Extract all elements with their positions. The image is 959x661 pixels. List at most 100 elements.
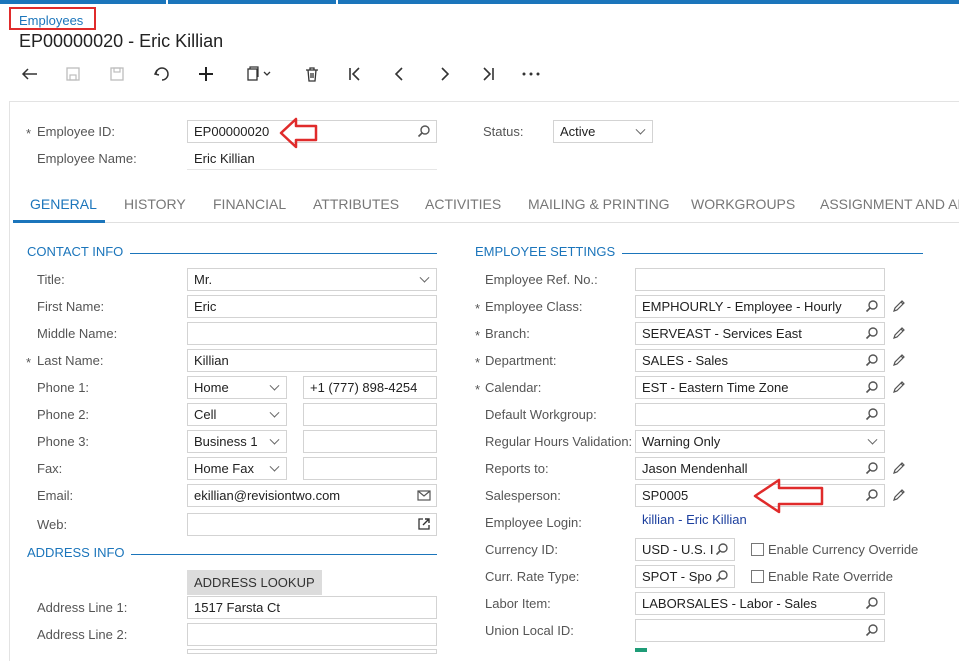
- employee-class-field[interactable]: EMPHOURLY - Employee - Hourly: [635, 295, 885, 318]
- add-button[interactable]: [193, 62, 219, 86]
- search-icon[interactable]: [865, 380, 879, 394]
- next-record-button[interactable]: [431, 62, 457, 86]
- search-icon[interactable]: [865, 596, 879, 610]
- required-marker: *: [475, 355, 481, 370]
- fax-type-select[interactable]: Home Fax: [187, 457, 287, 480]
- external-link-icon[interactable]: [417, 517, 431, 531]
- edit-pencil-icon[interactable]: [892, 326, 906, 340]
- delete-button[interactable]: [299, 62, 325, 86]
- employee-name-value: Eric Killian: [194, 151, 255, 166]
- tab-mailing-printing[interactable]: MAILING & PRINTING: [528, 196, 670, 212]
- back-arrow-icon: [21, 68, 37, 80]
- currency-id-field[interactable]: USD - U.S. I: [635, 538, 735, 561]
- phone1-field[interactable]: +1 (777) 898-4254: [303, 376, 437, 399]
- regular-hours-validation-select[interactable]: Warning Only: [635, 430, 885, 453]
- employee-ref-field[interactable]: [635, 268, 885, 291]
- last-name-field[interactable]: Killian: [187, 349, 437, 372]
- edit-pencil-icon[interactable]: [892, 488, 906, 502]
- annotation-arrow-employee-id: [279, 117, 318, 149]
- search-icon[interactable]: [865, 353, 879, 367]
- tab-history[interactable]: HISTORY: [124, 196, 186, 212]
- address-info-heading: ADDRESS INFO: [27, 545, 125, 560]
- search-icon[interactable]: [865, 488, 879, 502]
- edit-pencil-icon[interactable]: [892, 461, 906, 475]
- tab-attributes[interactable]: ATTRIBUTES: [313, 196, 399, 212]
- undo-button[interactable]: [149, 62, 175, 86]
- address-line1-value: 1517 Farsta Ct: [194, 600, 280, 615]
- phone3-type-select[interactable]: Business 1: [187, 430, 287, 453]
- enable-currency-override-checkbox[interactable]: [751, 543, 764, 556]
- last-name-label: Last Name:: [37, 353, 104, 368]
- edit-pencil-icon[interactable]: [892, 380, 906, 394]
- search-icon[interactable]: [417, 124, 431, 138]
- first-record-button[interactable]: [342, 62, 368, 86]
- envelope-icon[interactable]: [417, 488, 431, 502]
- first-name-field[interactable]: Eric: [187, 295, 437, 318]
- copy-paste-button[interactable]: [238, 62, 280, 86]
- last-record-button[interactable]: [475, 62, 501, 86]
- middle-name-field[interactable]: [187, 322, 437, 345]
- currency-id-value: USD - U.S. I: [642, 542, 714, 557]
- top-accent-bar: [0, 0, 959, 4]
- address-line2-label: Address Line 2:: [37, 627, 128, 642]
- branch-field[interactable]: SERVEAST - Services East: [635, 322, 885, 345]
- labor-item-field[interactable]: LABORSALES - Labor - Sales: [635, 592, 885, 615]
- email-field[interactable]: ekillian@revisiontwo.com: [187, 484, 437, 507]
- address-line2-field[interactable]: [187, 623, 437, 646]
- email-value: ekillian@revisiontwo.com: [194, 488, 341, 503]
- edit-pencil-icon[interactable]: [892, 353, 906, 367]
- address-line1-field[interactable]: 1517 Farsta Ct: [187, 596, 437, 619]
- currency-id-label: Currency ID:: [485, 542, 558, 557]
- search-icon[interactable]: [715, 569, 729, 583]
- phone2-type-select[interactable]: Cell: [187, 403, 287, 426]
- required-marker: *: [475, 301, 481, 316]
- address-lookup-button[interactable]: ADDRESS LOOKUP: [187, 570, 322, 595]
- phone3-field[interactable]: [303, 430, 437, 453]
- breadcrumb-employees[interactable]: Employees: [9, 7, 96, 30]
- default-workgroup-field[interactable]: [635, 403, 885, 426]
- calendar-field[interactable]: EST - Eastern Time Zone: [635, 376, 885, 399]
- search-icon[interactable]: [865, 407, 879, 421]
- save-and-close-button[interactable]: [60, 62, 86, 86]
- save-button[interactable]: [104, 62, 130, 86]
- tab-workgroups[interactable]: WORKGROUPS: [691, 196, 795, 212]
- checkbox-partial[interactable]: [635, 648, 647, 652]
- curr-rate-type-field[interactable]: SPOT - Spo: [635, 565, 735, 588]
- enable-rate-override-checkbox[interactable]: [751, 570, 764, 583]
- employee-name-field[interactable]: Eric Killian: [187, 148, 437, 170]
- edit-pencil-icon[interactable]: [892, 299, 906, 313]
- union-local-id-field[interactable]: [635, 619, 885, 642]
- search-icon[interactable]: [865, 326, 879, 340]
- fax-field[interactable]: [303, 457, 437, 480]
- more-actions-button[interactable]: [518, 62, 544, 86]
- union-local-id-label: Union Local ID:: [485, 623, 574, 638]
- status-select[interactable]: Active: [553, 120, 653, 143]
- search-icon[interactable]: [865, 461, 879, 475]
- regular-hours-validation-value: Warning Only: [642, 434, 721, 449]
- active-tab-indicator: [13, 220, 105, 223]
- enable-rate-override-label: Enable Rate Override: [768, 569, 894, 584]
- chevron-down-icon: [635, 124, 646, 135]
- employee-id-value: EP00000020: [194, 124, 270, 139]
- department-value: SALES - Sales: [642, 353, 728, 368]
- phone2-field[interactable]: [303, 403, 437, 426]
- title-select[interactable]: Mr.: [187, 268, 437, 291]
- section-divider: [622, 253, 923, 254]
- web-field[interactable]: [187, 513, 437, 536]
- search-icon[interactable]: [865, 623, 879, 637]
- enable-currency-override-label: Enable Currency Override: [768, 542, 919, 557]
- search-icon[interactable]: [865, 299, 879, 313]
- department-field[interactable]: SALES - Sales: [635, 349, 885, 372]
- curr-rate-type-label: Curr. Rate Type:: [485, 569, 580, 584]
- tab-financial[interactable]: FINANCIAL: [213, 196, 286, 212]
- tab-general[interactable]: GENERAL: [30, 196, 97, 212]
- first-name-label: First Name:: [37, 299, 105, 314]
- tab-activities[interactable]: ACTIVITIES: [425, 196, 501, 212]
- back-button[interactable]: [17, 62, 43, 86]
- phone1-type-select[interactable]: Home: [187, 376, 287, 399]
- previous-record-button[interactable]: [387, 62, 413, 86]
- employee-login-link[interactable]: killian - Eric Killian: [642, 512, 747, 527]
- tab-assignment-api[interactable]: ASSIGNMENT AND API: [820, 196, 959, 212]
- search-icon[interactable]: [715, 542, 729, 556]
- reports-to-label: Reports to:: [485, 461, 549, 476]
